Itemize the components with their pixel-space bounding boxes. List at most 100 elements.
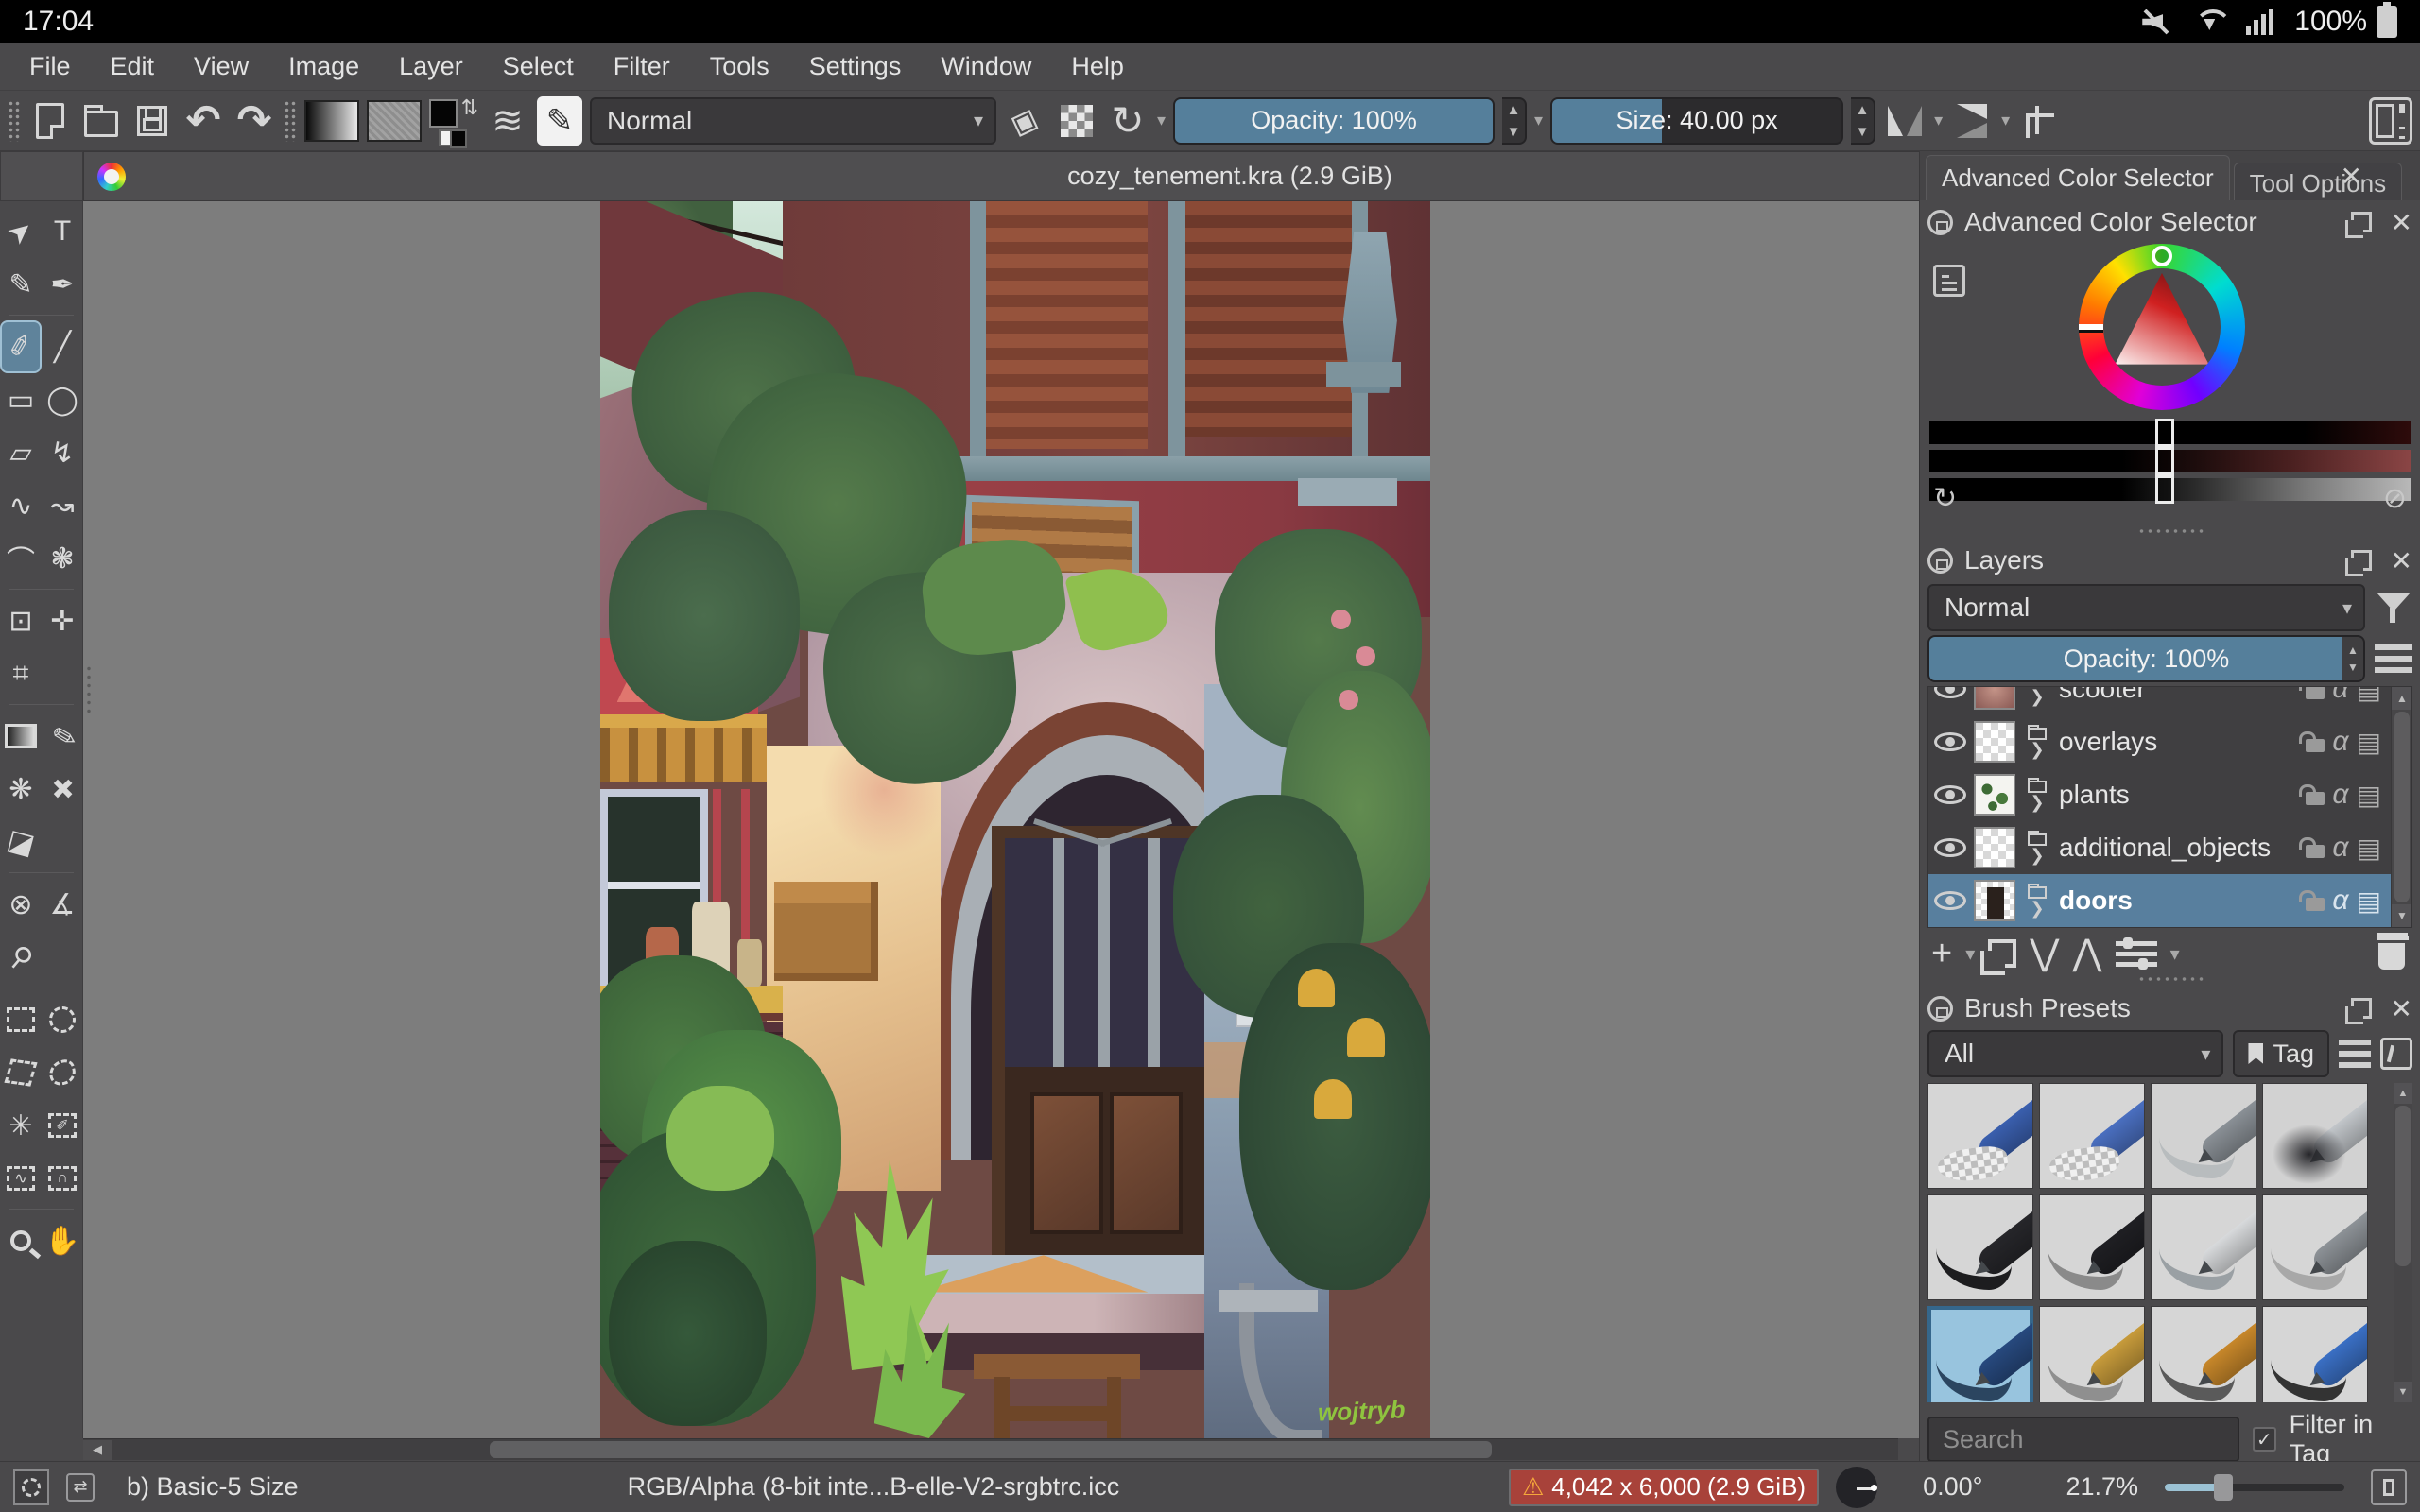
zoom-percentage[interactable]: 21.7% <box>2066 1472 2138 1502</box>
toolbox-drag-handle[interactable] <box>85 664 93 717</box>
tool-transform[interactable]: ⊡ <box>0 594 42 647</box>
float-docker-icon[interactable] <box>2344 998 2372 1024</box>
layer-lock-icon[interactable] <box>2299 784 2325 805</box>
tab-tool-options[interactable]: Tool Options <box>2233 163 2403 200</box>
docker-resize-handle[interactable] <box>2136 527 2204 535</box>
chevron-down-icon[interactable]: ▾ <box>1934 111 1943 130</box>
visibility-eye-icon[interactable] <box>1934 785 1966 804</box>
layer-properties-button[interactable] <box>2115 937 2157 970</box>
wrap-around-mode-button[interactable] <box>2017 99 2061 143</box>
layer-blending-mode-dropdown[interactable]: Normal ▾ <box>1927 584 2365 631</box>
show-canvas-only-button[interactable] <box>2369 96 2412 147</box>
tool-freehand-path[interactable]: ↝ <box>42 479 83 532</box>
close-docker-icon[interactable]: ✕ <box>2391 207 2412 238</box>
color-selector-settings-icon[interactable] <box>1933 265 1965 297</box>
layer-name[interactable]: scooter <box>2059 687 2298 704</box>
docker-lock-icon[interactable] <box>1927 547 1953 574</box>
layer-properties-dropdown-icon[interactable]: ▾ <box>2170 942 2180 966</box>
alpha-lock-icon[interactable]: α <box>2332 687 2348 705</box>
tool-pan[interactable]: ✋ <box>42 1214 83 1267</box>
alpha-lock-icon[interactable]: α <box>2332 726 2348 758</box>
layer-row-doors[interactable]: ❯ doors α ▤ <box>1928 874 2411 927</box>
menu-filter[interactable]: Filter <box>594 52 690 81</box>
scroll-left-button[interactable]: ◀ <box>83 1439 112 1460</box>
brush-preset-basic-2-opacity[interactable] <box>2039 1194 2145 1300</box>
tool-rect-select[interactable] <box>0 993 42 1046</box>
tool-color-sampler[interactable]: ✐ <box>42 710 83 763</box>
tool-multibrush[interactable]: ❃ <box>42 532 83 585</box>
visibility-eye-icon[interactable] <box>1934 732 1966 751</box>
color-wheel[interactable] <box>2079 244 2245 410</box>
opacity-slider[interactable]: Opacity: 100% <box>1173 96 1495 145</box>
canvas-horizontal-scrollbar[interactable]: ◀ <box>83 1438 1898 1460</box>
layer-style-icon[interactable]: ▤ <box>2357 687 2381 705</box>
tool-ellipse[interactable]: ◯ <box>42 373 83 426</box>
image-size-warning[interactable]: ⚠ 4,042 x 6,000 (2.9 GiB) <box>1508 1468 1820 1506</box>
tool-ellipse-select[interactable] <box>42 993 83 1046</box>
foreground-color-swatch[interactable] <box>429 98 458 128</box>
layer-name[interactable]: plants <box>2059 780 2298 810</box>
layer-menu-icon[interactable] <box>2375 643 2412 675</box>
chevron-down-icon[interactable]: ▾ <box>1534 111 1543 130</box>
brush-preset-eraser-soft[interactable] <box>2151 1083 2256 1189</box>
scroll-up-button[interactable]: ▲ <box>2392 687 2411 710</box>
scroll-down-button[interactable]: ▼ <box>2394 1382 2412 1402</box>
menu-file[interactable]: File <box>9 52 91 81</box>
layer-filter-icon[interactable] <box>2375 589 2412 627</box>
add-layer-button[interactable]: + <box>1931 936 1952 971</box>
tag-filter-dropdown[interactable]: All ▾ <box>1927 1030 2224 1077</box>
undo-button[interactable]: ↶ <box>182 97 225 144</box>
add-layer-dropdown-icon[interactable]: ▾ <box>1965 942 1975 966</box>
opacity-spinner[interactable]: ▲ ▼ <box>1502 96 1528 145</box>
filter-in-tag-checkbox[interactable]: ✓ <box>2253 1427 2276 1452</box>
menu-edit[interactable]: Edit <box>91 52 175 81</box>
size-slider[interactable]: Size: 40.00 px <box>1550 96 1844 145</box>
close-document-icon[interactable]: ✕ <box>2341 161 2362 192</box>
visibility-eye-icon[interactable] <box>1934 891 1966 910</box>
tool-freehand-select[interactable] <box>42 1046 83 1099</box>
toolbar-grip[interactable] <box>8 99 21 142</box>
tool-colorize-mask[interactable]: ❋ <box>0 763 42 816</box>
color-profile-label[interactable]: RGB/Alpha (8-bit inte...B-elle-V2-srgbtr… <box>628 1472 1120 1502</box>
tool-magnetic-select[interactable]: ∩ <box>42 1152 83 1205</box>
foreground-background-colors[interactable]: ⇅ <box>429 95 478 148</box>
mirror-horizontal-button[interactable] <box>1883 99 1927 143</box>
menu-window[interactable]: Window <box>921 52 1051 81</box>
scroll-handle[interactable] <box>2395 1106 2411 1266</box>
zoom-slider[interactable] <box>2165 1473 2344 1501</box>
layer-row-overlays[interactable]: ❯ overlays α ▤ <box>1928 715 2411 768</box>
toolbar-grip[interactable] <box>284 99 297 142</box>
tool-bezier-select[interactable]: ∿ <box>0 1152 42 1205</box>
tab-advanced-color-selector[interactable]: Advanced Color Selector <box>1926 155 2230 200</box>
mirror-vertical-button[interactable] <box>1950 99 1994 143</box>
color-slider-1[interactable] <box>1929 419 2411 447</box>
tool-freehand-brush[interactable]: ✐ <box>0 320 42 373</box>
tool-text[interactable]: T <box>42 205 83 258</box>
color-slider-2[interactable] <box>1929 447 2411 475</box>
move-layer-down-button[interactable]: ⋁ <box>2030 936 2059 971</box>
preserve-alpha-button[interactable] <box>1055 99 1098 143</box>
tool-similar-color-select[interactable]: ✐ <box>42 1099 83 1152</box>
tool-move[interactable]: ✛ <box>42 594 83 647</box>
layer-thumbnail[interactable] <box>1974 721 2015 763</box>
scroll-handle[interactable] <box>2394 712 2410 902</box>
group-expand-control[interactable]: ❯ <box>2023 830 2051 864</box>
chevron-down-icon[interactable]: ▾ <box>2001 111 2010 130</box>
tool-edit-shapes[interactable]: ✎ <box>0 258 42 311</box>
tool-polyline[interactable]: ↯ <box>42 426 83 479</box>
tool-bezier-curve[interactable]: ∿ <box>0 479 42 532</box>
layer-row-plants[interactable]: ❯ plants α ▤ <box>1928 768 2411 821</box>
menu-settings[interactable]: Settings <box>789 52 922 81</box>
alpha-lock-icon[interactable]: α <box>2332 779 2348 811</box>
move-layer-up-button[interactable]: ⋀ <box>2072 936 2101 971</box>
layer-style-icon[interactable]: ▤ <box>2357 780 2381 811</box>
tool-crop[interactable]: ⌗ <box>0 647 42 700</box>
gradient-chooser[interactable] <box>304 99 359 142</box>
alpha-lock-icon[interactable]: α <box>2332 885 2348 917</box>
tool-measure[interactable]: ∡ <box>42 878 83 931</box>
fit-canvas-button[interactable] <box>2371 1469 2407 1505</box>
alpha-lock-icon[interactable]: α <box>2332 832 2348 864</box>
tool-select-shapes[interactable]: ➤ <box>0 205 42 258</box>
presets-detail-view-icon[interactable] <box>2380 1038 2412 1070</box>
tool-calligraphy[interactable]: ✒ <box>42 258 83 311</box>
